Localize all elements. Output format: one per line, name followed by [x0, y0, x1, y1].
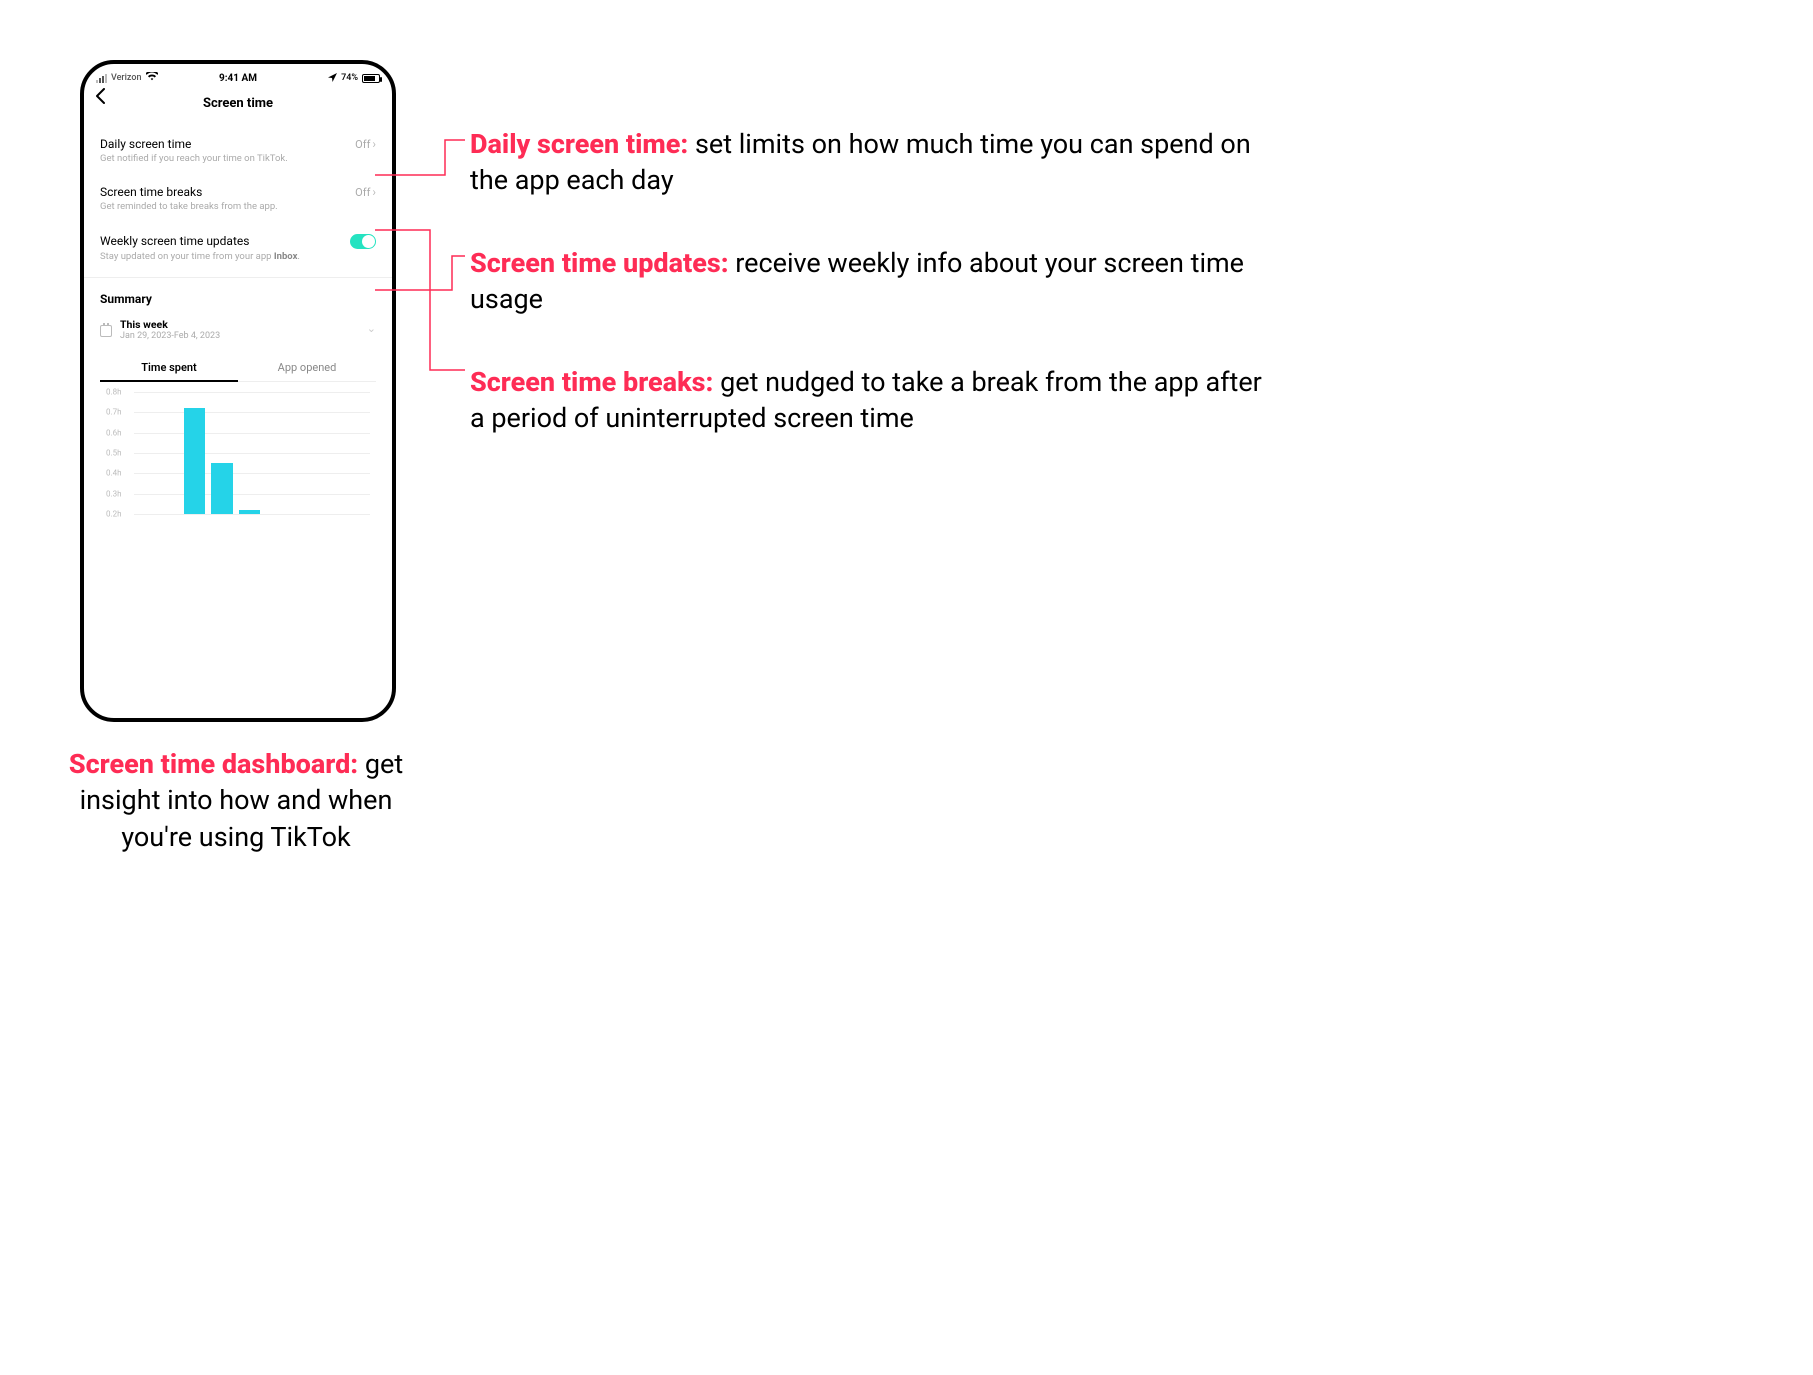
phone-frame: Verizon 9:41 AM 74% Sc	[80, 60, 396, 722]
chart-y-tick: 0.5h	[106, 449, 122, 458]
chart-bar	[211, 463, 232, 514]
chevron-right-icon: ›	[372, 185, 376, 199]
weekly-updates-sub: Stay updated on your time from your app …	[100, 251, 376, 273]
page-title: Screen time	[203, 96, 273, 111]
weekly-updates-row: Weekly screen time updates	[100, 224, 376, 251]
chevron-down-icon: ⌄	[367, 322, 376, 335]
chart-y-tick: 0.4h	[106, 469, 122, 478]
weekly-updates-toggle[interactable]	[350, 234, 376, 249]
period-selector[interactable]: This week Jan 29, 2023-Feb 4, 2023 ⌄	[100, 316, 376, 343]
chart-bar	[184, 408, 205, 514]
screen-time-breaks-label: Screen time breaks	[100, 185, 202, 199]
annotation-updates: Screen time updates: receive weekly info…	[460, 245, 1280, 318]
chart-y-tick: 0.8h	[106, 388, 122, 397]
period-range: Jan 29, 2023-Feb 4, 2023	[120, 331, 220, 341]
summary-tabs: Time spent App opened	[100, 355, 376, 382]
daily-screen-time-label: Daily screen time	[100, 137, 191, 151]
tab-app-opened[interactable]: App opened	[238, 355, 376, 381]
annotation-daily: Daily screen time: set limits on how muc…	[460, 126, 1280, 199]
daily-screen-time-value: Off	[355, 138, 370, 151]
tab-time-spent[interactable]: Time spent	[100, 355, 238, 382]
battery-icon	[362, 74, 380, 83]
calendar-icon	[100, 325, 112, 337]
chart-bar	[239, 510, 260, 514]
nav-bar: Screen time	[84, 86, 392, 121]
chevron-right-icon: ›	[372, 137, 376, 151]
screen-time-breaks-sub: Get reminded to take breaks from the app…	[100, 201, 376, 223]
screen-time-breaks-value: Off	[355, 186, 370, 199]
time-spent-chart: 0.2h 0.3h 0.4h 0.5h 0.6h 0.7h 0.8h	[100, 382, 376, 532]
chart-y-tick: 0.2h	[106, 510, 122, 519]
clock: 9:41 AM	[84, 73, 392, 84]
status-bar: Verizon 9:41 AM 74%	[84, 64, 392, 86]
chart-y-tick: 0.3h	[106, 489, 122, 498]
period-label: This week	[120, 318, 220, 331]
chart-y-tick: 0.6h	[106, 428, 122, 437]
daily-screen-time-row[interactable]: Daily screen time Off ›	[100, 127, 376, 153]
weekly-updates-label: Weekly screen time updates	[100, 234, 249, 248]
annotation-breaks: Screen time breaks: get nudged to take a…	[460, 364, 1280, 437]
chart-y-tick: 0.7h	[106, 408, 122, 417]
dashboard-caption: Screen time dash­board: get insight into…	[66, 746, 406, 855]
back-button[interactable]	[96, 88, 106, 108]
daily-screen-time-sub: Get notified if you reach your time on T…	[100, 153, 376, 175]
summary-heading: Summary	[100, 292, 376, 306]
screen-time-breaks-row[interactable]: Screen time breaks Off ›	[100, 175, 376, 201]
